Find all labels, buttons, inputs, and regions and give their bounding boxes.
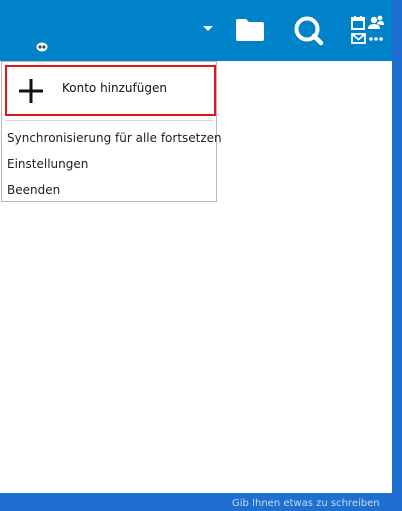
background-window-text: Gib Ihnen etwas zu schreiben [232, 498, 380, 509]
search-icon [294, 16, 324, 46]
user-avatar-icon[interactable] [36, 37, 48, 52]
apps-button[interactable] [350, 12, 386, 48]
menu-separator [5, 120, 213, 121]
folder-icon [236, 19, 264, 41]
add-account-label: Konto hinzufügen [62, 81, 167, 95]
resume-sync-all-menu-item[interactable]: Synchronisierung für alle fortsetzen [7, 131, 222, 145]
account-menu: Konto hinzufügen Synchronisierung für al… [1, 61, 222, 202]
settings-menu-item[interactable]: Einstellungen [7, 157, 88, 171]
plus-icon [19, 79, 43, 103]
quit-menu-item[interactable]: Beenden [7, 183, 60, 197]
caret-down-icon[interactable] [203, 26, 213, 31]
files-button[interactable] [233, 12, 267, 48]
header-bar [0, 0, 392, 61]
calendar-contacts-mail-icon [351, 15, 384, 44]
nextcloud-window: Konto hinzufügen Synchronisierung für al… [0, 0, 392, 493]
search-button[interactable] [290, 12, 326, 48]
add-account-menu-item[interactable]: Konto hinzufügen [5, 65, 216, 116]
